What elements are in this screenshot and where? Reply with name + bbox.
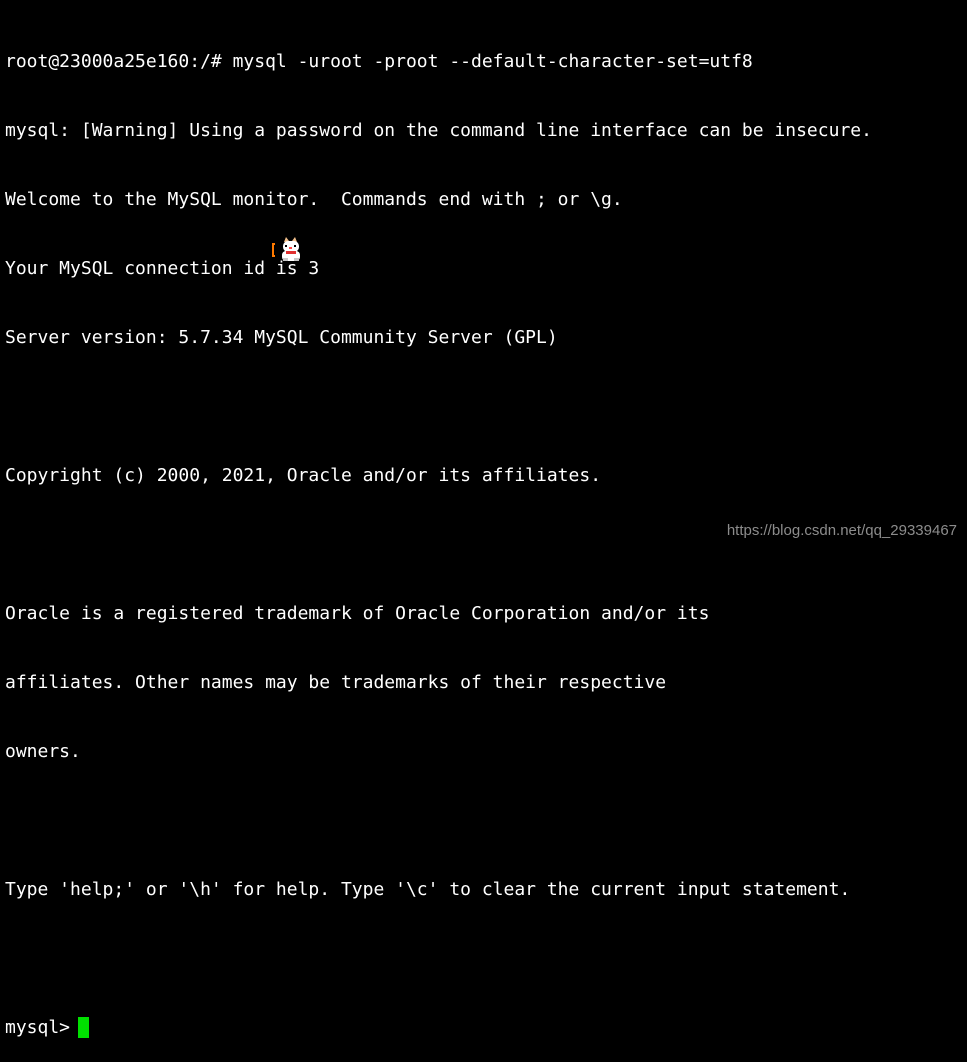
text-cursor-mark [272,243,274,257]
watermark-text: https://blog.csdn.net/qq_29339467 [726,522,957,539]
connection-id-line: Your MySQL connection id is 3 [5,258,320,279]
prompt-line[interactable]: mysql> [5,1016,962,1039]
mysql-prompt: mysql> [5,1017,71,1038]
copyright-line: Copyright (c) 2000, 2021, Oracle and/or … [5,465,602,486]
help-line: Type 'help;' or '\h' for help. Type '\c'… [5,879,851,900]
terminal-cursor [78,1017,90,1038]
warning-line: mysql: [Warning] Using a password on the… [5,120,872,141]
welcome-line: Welcome to the MySQL monitor. Commands e… [5,189,623,210]
command-line: root@23000a25e160:/# mysql -uroot -proot… [5,51,753,72]
server-version-line: Server version: 5.7.34 MySQL Community S… [5,327,558,348]
trademark-line: Oracle is a registered trademark of Orac… [5,603,710,624]
cat-sticker-icon [272,237,300,261]
trademark-line: owners. [5,741,81,762]
terminal-window[interactable]: root@23000a25e160:/# mysql -uroot -proot… [5,4,962,1038]
trademark-line: affiliates. Other names may be trademark… [5,672,667,693]
